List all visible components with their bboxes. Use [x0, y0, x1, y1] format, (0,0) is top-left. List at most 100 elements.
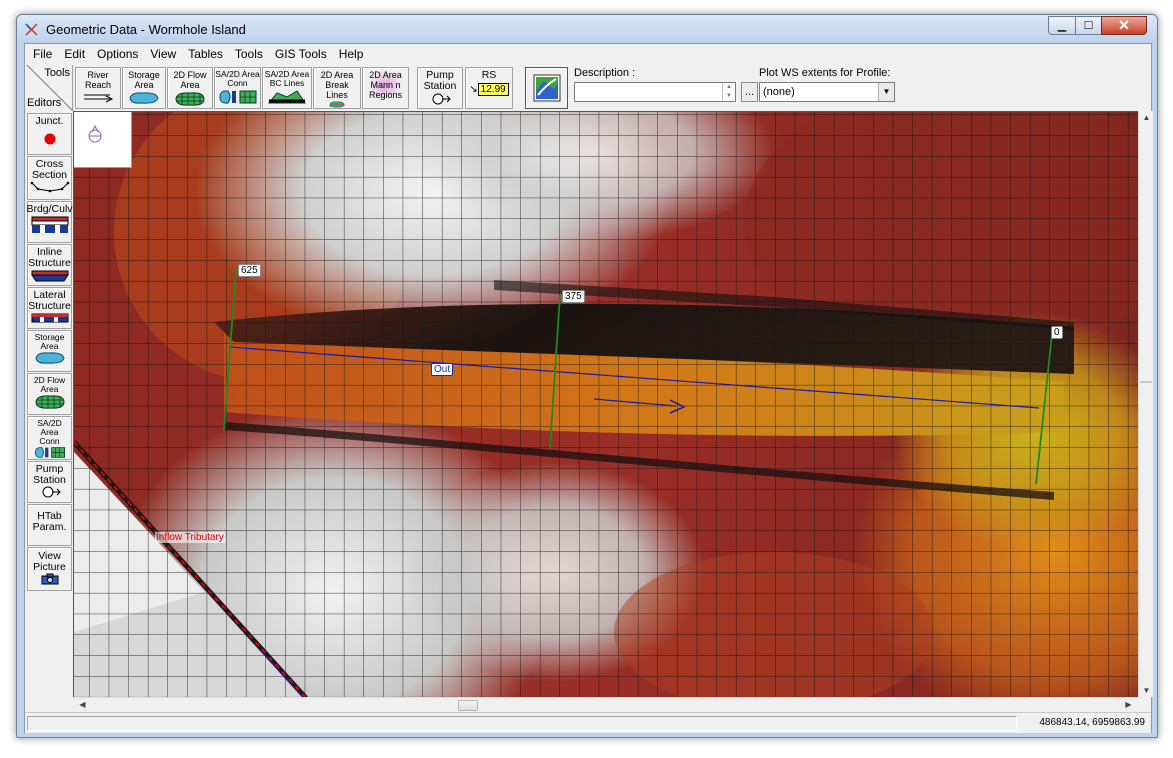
storage-area-label: Storage Area [128, 70, 160, 90]
sidebar-2d-flow-area-label: 2D Flow Area [33, 375, 66, 394]
view-picture-label: View Picture [33, 550, 66, 573]
2d-flow-area-icon [175, 92, 205, 106]
sidebar-storage-area-button[interactable]: Storage Area [27, 330, 72, 372]
spin-up-icon: ▲ [726, 84, 732, 90]
horizontal-scrollbar[interactable]: ◀ ▶ [73, 697, 1138, 712]
lateral-structure-button[interactable]: Lateral Structure [27, 287, 72, 329]
htab-param-label: HTab Param. [32, 510, 67, 533]
sa-2d-conn-button[interactable]: SA/2D Area Conn [214, 67, 261, 109]
tools-label: Tools [44, 67, 70, 79]
map-layers-icon [533, 74, 560, 102]
cross-section-label: Cross Section [31, 158, 68, 181]
break-lines-label: 2D Area Break Lines [320, 70, 354, 100]
scroll-right-icon[interactable]: ▶ [1121, 700, 1136, 709]
sidebar-2d-flow-area-button[interactable]: 2D Flow Area [27, 373, 72, 415]
mann-n-regions-button[interactable]: 2D Area Mann n Regions [362, 67, 409, 109]
description-input[interactable] [574, 82, 736, 102]
sidebar-pump-station-button[interactable]: Pump Station [27, 461, 72, 503]
pump-station-icon [432, 93, 451, 105]
menu-help[interactable]: Help [335, 44, 372, 65]
bridge-culvert-button[interactable]: Brdg/Culv [26, 201, 73, 243]
menu-bar: File Edit Options View Tables Tools GIS … [25, 44, 1151, 65]
cross-section-button[interactable]: Cross Section [27, 156, 72, 200]
horizontal-scroll-thumb[interactable] [458, 700, 478, 711]
menu-options[interactable]: Options [93, 44, 146, 65]
sidebar-storage-area-label: Storage Area [34, 332, 65, 351]
sidebar-sa-2d-conn-button[interactable]: SA/2D Area Conn [27, 416, 72, 460]
chevron-down-icon[interactable]: ▼ [878, 83, 894, 101]
lateral-structure-icon [31, 313, 68, 323]
sa-2d-conn-label: SA/2D Area Conn [215, 69, 260, 88]
bc-lines-icon [267, 90, 306, 104]
sa-2d-conn-icon [34, 447, 65, 458]
cross-section-label-375[interactable]: 375 [562, 290, 585, 303]
title-bar[interactable]: Geometric Data - Wormhole Island ▁ ☐ ✕ [17, 15, 1157, 43]
vertical-scrollbar[interactable]: ▲ ▼ [1138, 111, 1153, 697]
rs-button[interactable]: RS ↘ 12.99 [465, 67, 513, 109]
pump-station-button[interactable]: Pump Station [417, 67, 463, 109]
description-label: Description : [574, 67, 636, 79]
storage-area-button[interactable]: Storage Area [122, 67, 166, 109]
break-lines-button[interactable]: 2D Area Break Lines [313, 67, 361, 109]
reach-label[interactable]: Out [431, 363, 454, 376]
editors-sidebar: Junct. Cross Section Brdg/Culv Inline St… [25, 111, 73, 631]
north-arrow-icon [88, 124, 102, 143]
river-reach-icon [84, 94, 114, 103]
htab-param-button[interactable]: HTab Param. [27, 504, 72, 546]
status-coordinates: 486843.14, 6959863.99 [1039, 717, 1145, 728]
tools-toolbar: Tools Editors River Reach Storage Area 2… [25, 65, 1151, 111]
description-more-button[interactable]: ... [741, 82, 758, 102]
river-reach-button[interactable]: River Reach [75, 67, 121, 109]
menu-tools[interactable]: Tools [231, 44, 271, 65]
rs-arrow-icon: ↘ [469, 84, 478, 95]
storage-area-icon [34, 352, 65, 364]
pump-station-label: Pump Station [423, 69, 457, 92]
client-area: File Edit Options View Tables Tools GIS … [24, 43, 1153, 733]
cross-section-label-625[interactable]: 625 [238, 264, 261, 277]
2d-flow-area-button[interactable]: 2D Flow Area [167, 67, 213, 109]
terrain-map [74, 112, 1138, 697]
status-message-panel [27, 716, 1017, 731]
menu-tables[interactable]: Tables [184, 44, 231, 65]
geometric-data-window: Geometric Data - Wormhole Island ▁ ☐ ✕ F… [16, 14, 1158, 738]
menu-edit[interactable]: Edit [60, 44, 93, 65]
cross-section-label-0[interactable]: 0 [1051, 326, 1063, 339]
2d-flow-area-label: 2D Flow Area [173, 70, 207, 90]
close-button[interactable]: ✕ [1101, 16, 1147, 35]
minimize-icon: ▁ [1057, 20, 1067, 32]
description-spinner[interactable]: ▲ ▼ [722, 83, 735, 101]
scroll-up-icon[interactable]: ▲ [1139, 113, 1154, 122]
view-picture-button[interactable]: View Picture [27, 547, 72, 591]
vertical-scroll-thumb[interactable] [1140, 381, 1152, 383]
plot-ws-label: Plot WS extents for Profile: [759, 67, 891, 79]
cross-section-icon [30, 181, 69, 193]
menu-file[interactable]: File [29, 44, 60, 65]
inline-structure-button[interactable]: Inline Structure [27, 244, 72, 286]
tools-editors-corner: Tools Editors [25, 65, 73, 111]
storage-area-icon [129, 92, 159, 104]
status-bar: 486843.14, 6959863.99 [25, 712, 1151, 733]
tributary-label[interactable]: Inflow Tributary [155, 532, 225, 543]
sa-2d-conn-icon [218, 90, 256, 104]
window-title: Geometric Data - Wormhole Island [46, 22, 246, 37]
plot-ws-select[interactable]: (none) ▼ [759, 82, 895, 102]
break-lines-icon [328, 101, 346, 108]
menu-gis-tools[interactable]: GIS Tools [271, 44, 335, 65]
inline-structure-label: Inline Structure [28, 246, 71, 269]
sidebar-pump-station-label: Pump Station [33, 463, 66, 486]
map-layers-button[interactable] [525, 67, 568, 109]
menu-view[interactable]: View [146, 44, 184, 65]
bridge-culvert-label: Brdg/Culv [26, 203, 73, 215]
minimize-button[interactable]: ▁ [1048, 16, 1076, 35]
inline-structure-icon [30, 270, 69, 282]
bc-lines-label: SA/2D Area BC Lines [264, 69, 310, 88]
junction-label: Junct. [35, 115, 64, 127]
scroll-down-icon[interactable]: ▼ [1139, 686, 1154, 695]
maximize-button[interactable]: ☐ [1075, 16, 1102, 35]
geometry-map-canvas[interactable]: 625 375 0 Out Inflow Tributary [73, 111, 1138, 697]
junction-button[interactable]: Junct. [27, 113, 72, 155]
bridge-culvert-icon [31, 216, 68, 233]
river-reach-label: River Reach [84, 70, 111, 90]
bc-lines-button[interactable]: SA/2D Area BC Lines [262, 67, 312, 109]
scroll-left-icon[interactable]: ◀ [75, 700, 90, 709]
